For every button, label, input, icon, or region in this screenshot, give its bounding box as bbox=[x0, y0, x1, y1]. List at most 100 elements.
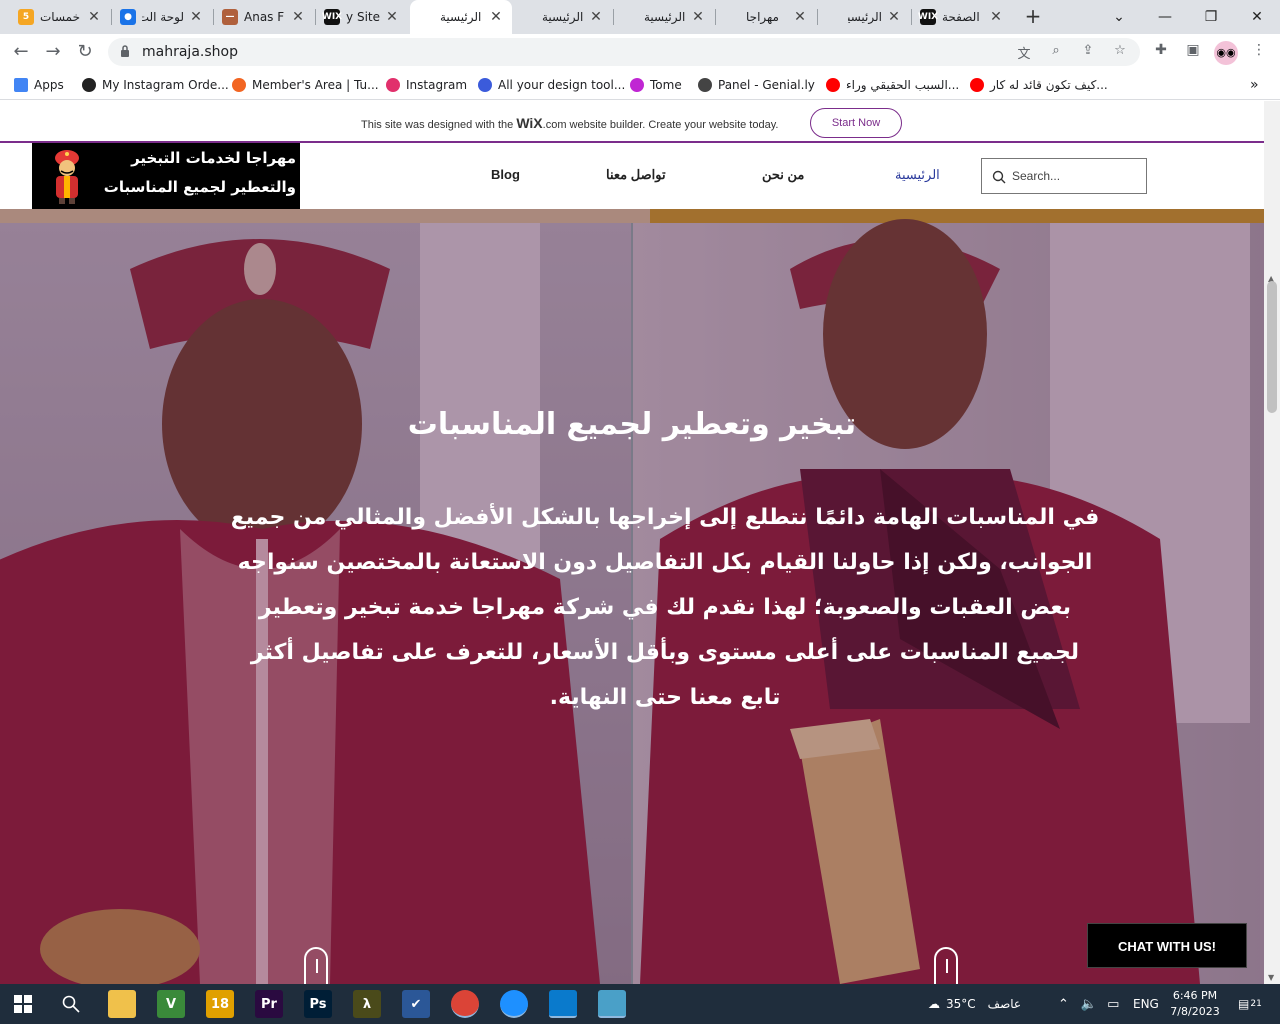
tab-favicon-icon bbox=[520, 9, 536, 25]
taskbar-vscode-icon[interactable] bbox=[549, 990, 577, 1018]
wix-logo: WiX bbox=[516, 115, 543, 131]
tab-close-icon[interactable]: ✕ bbox=[290, 9, 306, 25]
wix-banner-text: This site was designed with the WiX.com … bbox=[361, 115, 779, 131]
tray-icons[interactable]: ⌃ 🔈 ▭ bbox=[1058, 984, 1119, 1024]
tab-title: خمسات bbox=[40, 10, 81, 24]
scroll-down-indicator-2[interactable] bbox=[934, 947, 958, 984]
taskbar-browser-2-icon[interactable] bbox=[500, 990, 528, 1018]
maharaja-mascot-icon bbox=[55, 150, 79, 204]
chevron-up-icon[interactable]: ⌃ bbox=[1058, 997, 1069, 1012]
tab-close-icon[interactable]: ✕ bbox=[86, 9, 102, 25]
site-logo[interactable]: مهراجا لخدمات التبخير والتعطير لجميع الم… bbox=[32, 143, 300, 209]
clock-date: 7/8/2023 bbox=[1170, 1005, 1220, 1018]
logo-line-1: مهراجا لخدمات التبخير bbox=[131, 149, 296, 167]
bookmark-label: Member's Area | Tu... bbox=[252, 78, 379, 92]
profile-avatar[interactable]: ◉◉ bbox=[1214, 41, 1238, 65]
tab-close-icon[interactable]: ✕ bbox=[384, 9, 400, 25]
search-icon[interactable] bbox=[62, 995, 80, 1013]
bookmark-item[interactable]: Instagram bbox=[386, 76, 467, 94]
taskbar-notes-icon[interactable] bbox=[598, 990, 626, 1018]
tab-close-icon[interactable]: ✕ bbox=[188, 9, 204, 25]
windows-taskbar: ☁ 35°C عاصف ⌃ 🔈 ▭ ENG 6:46 PM 7/8/2023 ▤… bbox=[0, 984, 1280, 1024]
tab-close-icon[interactable]: ✕ bbox=[588, 9, 604, 25]
taskbar-lambda-icon[interactable]: λ bbox=[353, 990, 381, 1018]
tab-search-icon[interactable]: ⌄ bbox=[1096, 0, 1142, 34]
bookmark-item[interactable]: Panel - Genial.ly bbox=[698, 76, 815, 94]
minimize-button[interactable]: — bbox=[1142, 0, 1188, 34]
notification-icon: ▤ bbox=[1238, 997, 1250, 1011]
tab-close-icon[interactable]: ✕ bbox=[792, 9, 808, 25]
bookmark-item[interactable]: Apps bbox=[14, 76, 64, 94]
tab-close-icon[interactable]: ✕ bbox=[988, 9, 1004, 25]
taskbar-photoshop-icon[interactable]: Ps bbox=[304, 990, 332, 1018]
speaker-icon[interactable]: 🔈 bbox=[1081, 997, 1097, 1012]
browser-tab[interactable]: الرئيسية ✕ bbox=[512, 0, 612, 34]
tab-title: مهراجا bbox=[746, 10, 779, 24]
zoom-icon[interactable]: ⌕ bbox=[1046, 43, 1066, 61]
clock[interactable]: 6:46 PM 7/8/2023 bbox=[1162, 988, 1228, 1020]
bookmark-item[interactable]: السبب الحقيقي وراء... bbox=[826, 76, 959, 94]
taskbar-premiere-icon[interactable]: Pr bbox=[255, 990, 283, 1018]
tab-favicon-icon: WIX bbox=[322, 9, 342, 25]
nav-contact[interactable]: تواصل معنا bbox=[606, 167, 666, 183]
close-window-button[interactable]: ✕ bbox=[1234, 0, 1280, 34]
bookmark-item[interactable]: Member's Area | Tu... bbox=[232, 76, 379, 94]
tab-title: Anas F bbox=[244, 10, 285, 24]
taskbar-app-18-icon[interactable]: 18 bbox=[206, 990, 234, 1018]
translate-icon[interactable]: 文 bbox=[1014, 43, 1034, 62]
search-input[interactable] bbox=[1012, 167, 1140, 185]
bookmark-star-icon[interactable]: ☆ bbox=[1110, 43, 1130, 61]
browser-tab[interactable]: — Anas F ✕ bbox=[214, 0, 314, 34]
bookmark-label: All your design tool... bbox=[498, 78, 626, 92]
scroll-down-arrow-icon[interactable]: ▼ bbox=[1268, 973, 1274, 982]
browser-tab[interactable]: ● لوحة الت ✕ bbox=[112, 0, 212, 34]
site-header: مهراجا لخدمات التبخير والتعطير لجميع الم… bbox=[0, 143, 1264, 209]
browser-tab[interactable]: الرئيسية ✕ bbox=[614, 0, 714, 34]
scroll-down-indicator[interactable] bbox=[304, 947, 328, 984]
bookmark-label: My Instagram Orde... bbox=[102, 78, 229, 92]
more-bookmarks-button[interactable]: » bbox=[1250, 76, 1259, 94]
taskbar-chrome-icon[interactable] bbox=[451, 990, 479, 1018]
scrollbar-thumb[interactable] bbox=[1267, 281, 1277, 413]
network-icon[interactable]: ▭ bbox=[1107, 997, 1119, 1012]
taskbar-vim-icon[interactable]: V bbox=[157, 990, 185, 1018]
reload-button[interactable]: ↻ bbox=[72, 40, 98, 64]
tab-close-icon[interactable]: ✕ bbox=[886, 9, 902, 25]
extensions-icon[interactable]: ✚ bbox=[1150, 42, 1172, 62]
page-scrollbar[interactable]: ▲ ▼ bbox=[1264, 101, 1280, 984]
share-icon[interactable]: ⇪ bbox=[1078, 43, 1098, 61]
restore-button[interactable]: ❐ bbox=[1188, 0, 1234, 34]
side-panel-icon[interactable]: ▣ bbox=[1182, 42, 1204, 62]
bookmark-item[interactable]: Tome bbox=[630, 76, 682, 94]
taskbar-file-explorer-icon[interactable] bbox=[108, 990, 136, 1018]
nav-blog[interactable]: Blog bbox=[491, 167, 520, 182]
bookmark-item[interactable]: All your design tool... bbox=[478, 76, 625, 94]
weather-widget[interactable]: ☁ 35°C عاصف bbox=[928, 984, 1021, 1024]
bookmark-item[interactable]: كيف تكون قائد له كار... bbox=[970, 76, 1108, 94]
browser-tab[interactable]: WIX الصفحة ✕ bbox=[912, 0, 1012, 34]
chat-with-us-button[interactable]: CHAT WITH US! bbox=[1087, 923, 1247, 968]
browser-tab[interactable]: 5 خمسات ✕ bbox=[10, 0, 110, 34]
notification-center[interactable]: ▤ 21 bbox=[1238, 984, 1262, 1024]
new-tab-button[interactable]: + bbox=[1022, 6, 1044, 28]
address-bar[interactable]: mahraja.shop 文 ⌕ ⇪ ☆ bbox=[108, 38, 1140, 66]
browser-tab[interactable]: الرئيسية ✕ bbox=[818, 0, 910, 34]
nav-home[interactable]: الرئيسية bbox=[895, 167, 940, 183]
bookmark-item[interactable]: My Instagram Orde... bbox=[82, 76, 229, 94]
bookmark-icon bbox=[478, 78, 492, 92]
menu-icon[interactable]: ⋮ bbox=[1248, 42, 1270, 62]
language-indicator[interactable]: ENG bbox=[1133, 984, 1159, 1024]
windows-start-icon[interactable] bbox=[14, 995, 32, 1013]
taskbar-todo-icon[interactable]: ✔ bbox=[402, 990, 430, 1018]
nav-about[interactable]: من نحن bbox=[762, 167, 804, 183]
tab-close-icon[interactable]: ✕ bbox=[690, 9, 706, 25]
site-search[interactable] bbox=[981, 158, 1147, 194]
wix-banner: This site was designed with the WiX.com … bbox=[0, 101, 1264, 143]
forward-button[interactable]: → bbox=[40, 40, 66, 64]
browser-tab[interactable]: الرئيسية ✕ bbox=[410, 0, 512, 34]
start-now-button[interactable]: Start Now bbox=[810, 108, 902, 138]
browser-tab[interactable]: مهراجا ✕ bbox=[716, 0, 816, 34]
browser-tab[interactable]: WIX My Site ✕ bbox=[316, 0, 408, 34]
tab-close-icon[interactable]: ✕ bbox=[488, 9, 504, 25]
back-button[interactable]: ← bbox=[8, 40, 34, 64]
